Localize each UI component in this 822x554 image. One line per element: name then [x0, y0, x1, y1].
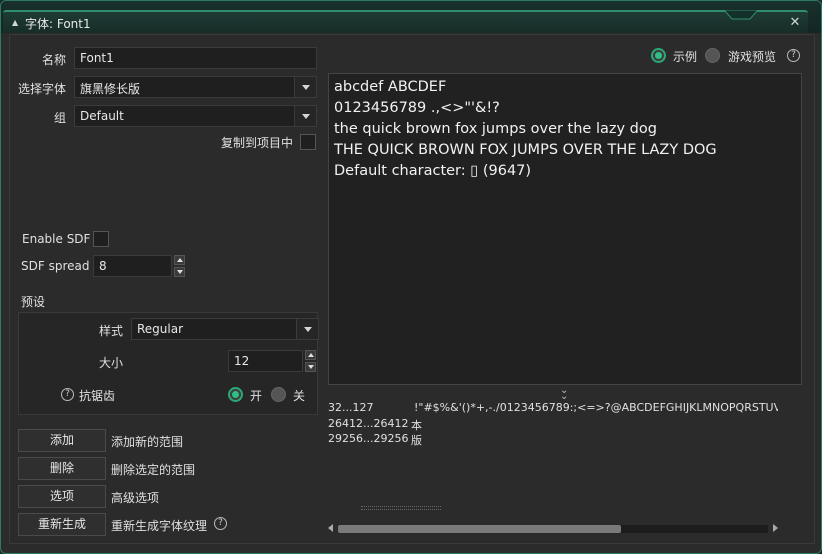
sdf-spread-input[interactable]: 8	[93, 255, 172, 277]
stepper-up-icon[interactable]	[305, 350, 316, 360]
sample-mode-label: 示例	[673, 50, 698, 64]
enable-sdf-checkbox[interactable]	[93, 231, 109, 247]
range-row[interactable]: 26412...26412 本	[10, 417, 816, 432]
font-preview-panel: abcdef ABCDEF 0123456789 .,<>"'&!? the q…	[328, 73, 802, 385]
size-label: 大小	[98, 356, 123, 370]
group-select[interactable]: Default	[74, 105, 317, 127]
help-icon[interactable]: ?	[61, 388, 74, 401]
font-label: 选择字体	[17, 82, 66, 96]
preview-line: Default character: ▯ (9647)	[334, 163, 532, 179]
sdf-spread-stepper[interactable]	[174, 255, 185, 277]
chevron-down-icon[interactable]	[296, 319, 318, 339]
group-label: 组	[53, 111, 66, 125]
stepper-down-icon[interactable]	[305, 362, 316, 372]
font-select[interactable]: 旗黑修长版	[74, 76, 317, 98]
antialias-off-radio[interactable]	[271, 387, 286, 402]
preview-line: abcdef ABCDEF	[334, 79, 447, 95]
scroll-thumb[interactable]	[338, 525, 621, 533]
size-stepper[interactable]	[305, 350, 316, 372]
copy-to-project-checkbox[interactable]	[300, 134, 316, 150]
close-button[interactable]: ✕	[786, 15, 804, 31]
scroll-left-icon[interactable]	[328, 524, 333, 532]
title-bar: ▲ 字体: Font1 ✕	[1, 1, 821, 33]
delete-range-desc: 删除选定的范围	[111, 463, 196, 477]
preset-panel: 样式 Regular 大小 12 ? 抗锯齿 开 关	[18, 312, 319, 415]
range-row[interactable]: 29256...29256 版	[10, 432, 816, 447]
collapse-arrow-icon[interactable]: ▲	[12, 18, 18, 27]
advanced-options-button[interactable]: 选项	[18, 485, 106, 508]
style-select[interactable]: Regular	[131, 318, 319, 340]
range-span: 32...127	[328, 401, 374, 414]
font-editor-window: ▲ 字体: Font1 ✕ 名称 Font1 选择字体 旗黑修长版 组 Defa…	[0, 0, 822, 554]
enable-sdf-label: Enable SDF	[22, 232, 91, 246]
window-tab[interactable]: ▲ 字体: Font1	[3, 10, 808, 33]
range-chars: 本	[411, 419, 422, 432]
ranges-scrollbar[interactable]	[328, 523, 778, 535]
name-input[interactable]: Font1	[74, 47, 317, 69]
range-span: 26412...26412	[328, 417, 409, 430]
resize-grip[interactable]	[361, 506, 441, 510]
delete-range-button[interactable]: 删除	[18, 457, 106, 480]
scroll-right-icon[interactable]	[773, 524, 778, 532]
editor-content: 名称 Font1 选择字体 旗黑修长版 组 Default 复制到项目中 Ena…	[9, 34, 815, 544]
range-chars: !"#$%&'()*+,-./0123456789:;<=>?@ABCDEFGH…	[414, 401, 778, 414]
size-input[interactable]: 12	[228, 350, 303, 372]
range-row[interactable]: 32...127 !"#$%&'()*+,-./0123456789:;<=>?…	[10, 401, 816, 415]
window-title: 字体: Font1	[25, 17, 91, 31]
copy-to-project-label: 复制到项目中	[221, 136, 294, 150]
sdf-spread-label: SDF spread	[21, 259, 90, 273]
style-label: 样式	[98, 324, 123, 338]
stepper-up-icon[interactable]	[174, 255, 185, 265]
help-icon[interactable]: ?	[214, 517, 227, 530]
advanced-options-desc: 高级选项	[111, 491, 160, 505]
regenerate-button[interactable]: 重新生成	[18, 513, 106, 536]
range-chars: 版	[411, 434, 422, 447]
preview-line: 0123456789 .,<>"'&!?	[334, 100, 500, 116]
chevron-down-icon[interactable]	[294, 106, 316, 126]
game-preview-radio[interactable]	[705, 48, 720, 63]
game-preview-label: 游戏预览	[728, 50, 777, 64]
group-select-value: Default	[80, 109, 124, 123]
preview-line: the quick brown fox jumps over the lazy …	[334, 121, 657, 137]
style-select-value: Regular	[137, 322, 184, 336]
stepper-down-icon[interactable]	[174, 267, 185, 277]
splitter-chevron-icon[interactable]: ⌄ ⌄	[560, 386, 568, 402]
window-notch-icon	[724, 10, 758, 20]
chevron-down-icon[interactable]	[294, 77, 316, 97]
preset-heading: 预设	[21, 295, 46, 309]
antialias-on-radio[interactable]	[228, 387, 243, 402]
name-label: 名称	[41, 53, 66, 67]
help-icon[interactable]: ?	[787, 49, 800, 62]
sample-mode-radio[interactable]	[651, 48, 666, 63]
regenerate-desc: 重新生成字体纹理	[111, 519, 208, 533]
font-select-value: 旗黑修长版	[80, 82, 141, 96]
range-span: 29256...29256	[328, 432, 409, 445]
preview-line: THE QUICK BROWN FOX JUMPS OVER THE LAZY …	[334, 142, 717, 158]
